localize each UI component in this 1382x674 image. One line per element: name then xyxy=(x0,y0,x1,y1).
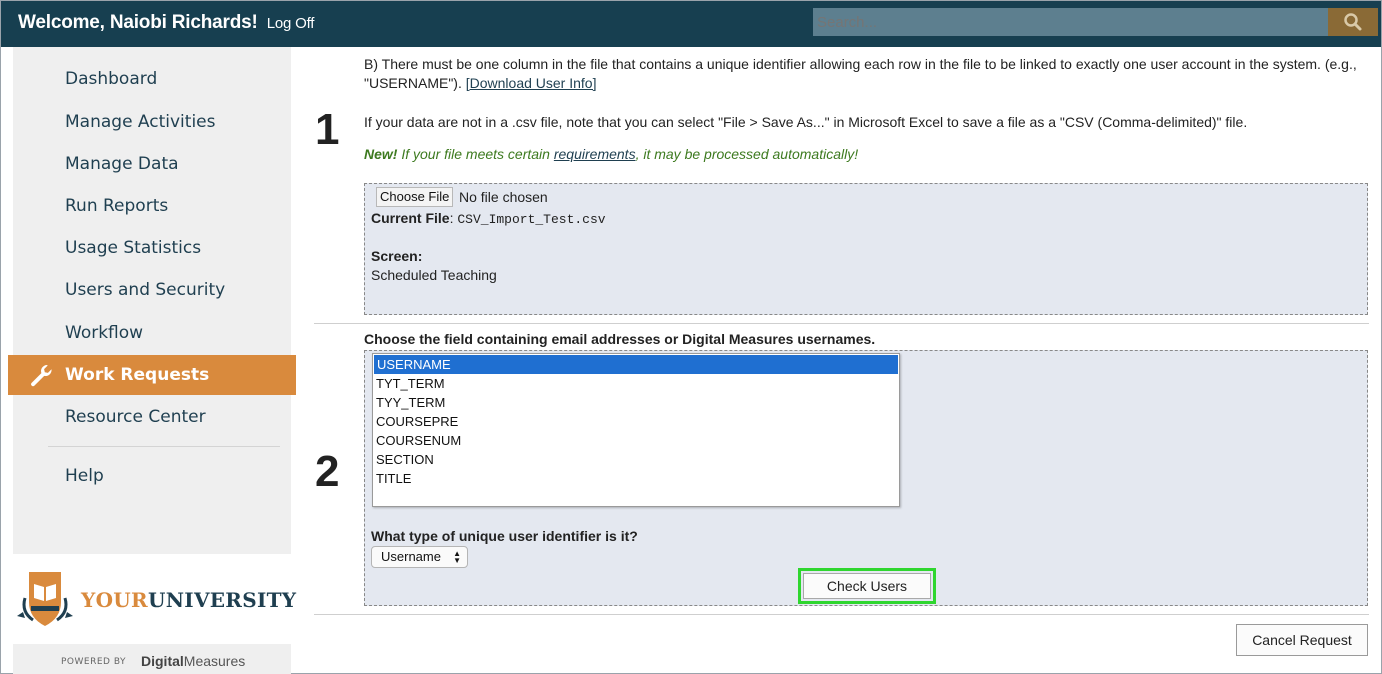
field-option[interactable]: TYT_TERM xyxy=(373,374,899,393)
sidebar-item-workflow[interactable]: Workflow xyxy=(65,323,143,343)
logoff-link[interactable]: Log Off xyxy=(267,15,315,32)
current-file-name: CSV_Import_Test.csv xyxy=(457,212,606,227)
sidebar-item-label: Work Requests xyxy=(65,365,210,385)
select-arrows-icon: ▲ ▼ xyxy=(453,549,461,565)
university-crest-icon xyxy=(17,572,73,626)
field-option[interactable]: COURSEPRE xyxy=(373,412,899,431)
check-users-button[interactable]: Check Users xyxy=(803,573,931,599)
sidebar-item-users-and-security[interactable]: Users and Security xyxy=(65,280,225,300)
screen-label: Screen: xyxy=(371,248,423,264)
section-divider xyxy=(314,614,1369,615)
sidebar-item-manage-data[interactable]: Manage Data xyxy=(65,154,179,174)
powered-by-label: POWERED BY xyxy=(61,657,127,667)
step-number-1: 1 xyxy=(315,105,340,154)
no-file-chosen-text: No file chosen xyxy=(459,189,548,205)
requirements-link[interactable]: requirements xyxy=(554,146,636,162)
top-header: Welcome, Naiobi Richards! Log Off xyxy=(1,1,1381,47)
new-label: New! xyxy=(364,146,398,162)
university-brand: YOURUNIVERSITY xyxy=(13,554,296,644)
sidebar-item-run-reports[interactable]: Run Reports xyxy=(65,196,168,216)
identifier-type-question: What type of unique user identifier is i… xyxy=(371,528,638,544)
sidebar-item-manage-activities[interactable]: Manage Activities xyxy=(65,112,216,132)
check-users-highlight: Check Users xyxy=(798,568,936,604)
field-heading: Choose the field containing email addres… xyxy=(364,331,876,347)
wrench-icon xyxy=(31,365,52,387)
current-file: Current File: CSV_Import_Test.csv xyxy=(371,210,606,227)
sidebar-item-help[interactable]: Help xyxy=(65,466,104,486)
field-option[interactable]: TITLE xyxy=(373,469,899,488)
sidebar-item-dashboard[interactable]: Dashboard xyxy=(65,69,157,89)
csv-note: If your data are not in a .csv file, not… xyxy=(364,114,1248,130)
welcome-text: Welcome, Naiobi Richards! xyxy=(18,12,258,33)
identifier-type-value: Username xyxy=(381,549,441,564)
welcome-area: Welcome, Naiobi Richards! Log Off xyxy=(18,12,314,34)
sidebar-nav: Dashboard Manage Activities Manage Data … xyxy=(8,47,296,554)
choose-file-button[interactable]: Choose File xyxy=(376,187,454,207)
sidebar-item-resource-center[interactable]: Resource Center xyxy=(65,407,206,427)
sidebar-item-work-requests[interactable]: Work Requests xyxy=(8,355,296,395)
digital-measures-logo: DigitalMeasures xyxy=(141,653,246,669)
field-option[interactable]: TYY_TERM xyxy=(373,393,899,412)
search-button[interactable] xyxy=(1328,8,1378,36)
field-option[interactable]: USERNAME xyxy=(374,355,898,374)
field-listbox[interactable]: USERNAME TYT_TERM TYY_TERM COURSEPRE COU… xyxy=(372,353,900,507)
powered-by-bar: POWERED BY DigitalMeasures xyxy=(13,644,291,674)
step-number-2: 2 xyxy=(315,447,340,496)
university-wordmark: YOURUNIVERSITY xyxy=(81,588,297,612)
search-icon xyxy=(1344,13,1362,31)
search-input[interactable] xyxy=(813,8,1328,36)
cancel-request-button[interactable]: Cancel Request xyxy=(1236,624,1368,656)
identifier-type-select[interactable]: Username ▲ ▼ xyxy=(371,546,468,568)
field-select-panel: USERNAME TYT_TERM TYY_TERM COURSEPRE COU… xyxy=(364,350,1368,606)
section-divider xyxy=(314,323,1369,324)
unique-identifier-note: B) There must be one column in the file … xyxy=(364,56,1357,91)
field-option[interactable]: SECTION xyxy=(373,450,899,469)
sidebar-item-usage-statistics[interactable]: Usage Statistics xyxy=(65,238,201,258)
auto-process-note: New! If your file meets certain requirem… xyxy=(364,146,859,162)
field-option[interactable]: COURSENUM xyxy=(373,431,899,450)
sidebar-divider xyxy=(48,446,280,447)
app-window: Welcome, Naiobi Richards! Log Off Dashbo… xyxy=(0,0,1382,674)
screen-value: Scheduled Teaching xyxy=(371,267,497,283)
file-upload-panel: Choose File No file chosen Current File:… xyxy=(364,183,1368,315)
download-user-info-link[interactable]: [Download User Info] xyxy=(466,75,597,91)
